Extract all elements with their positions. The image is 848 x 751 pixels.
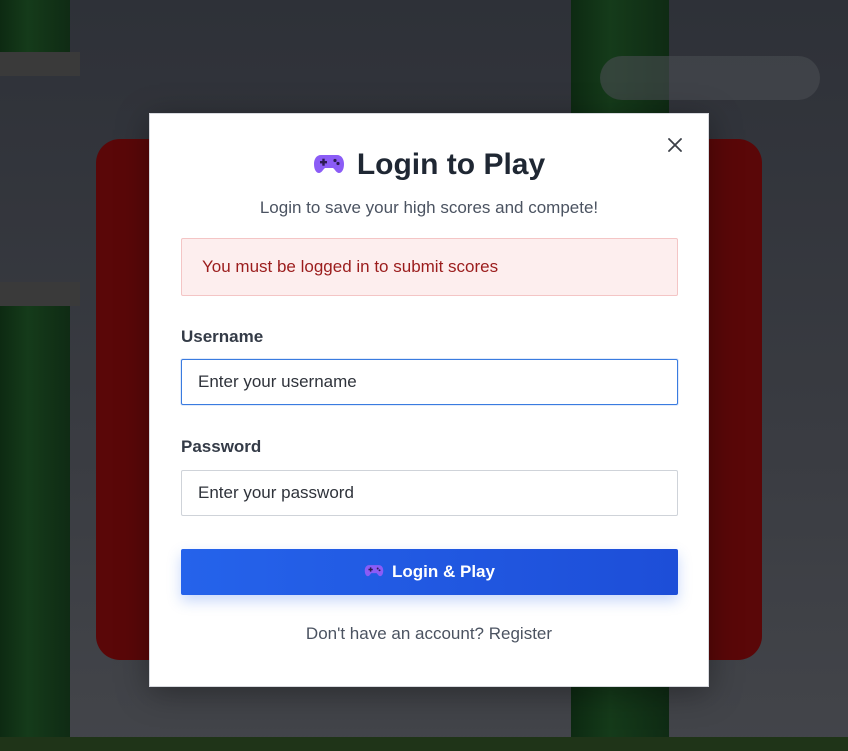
login-play-button[interactable]: Login & Play xyxy=(181,549,678,595)
username-input[interactable] xyxy=(181,359,678,405)
ground xyxy=(0,737,848,751)
game-controller-icon xyxy=(313,150,345,181)
register-link[interactable]: Register xyxy=(489,624,552,643)
pipe-top-left xyxy=(0,0,70,60)
game-controller-icon xyxy=(364,562,384,583)
password-label: Password xyxy=(181,437,262,456)
error-message: You must be logged in to submit scores xyxy=(202,257,499,276)
login-button-label: Login & Play xyxy=(392,562,495,581)
pipe-cap-bottom-left xyxy=(0,282,80,306)
username-label: Username xyxy=(181,327,264,346)
pipe-bottom-left xyxy=(0,306,70,751)
title-row: Login to Play xyxy=(150,148,708,182)
cloud xyxy=(600,56,820,100)
password-input[interactable] xyxy=(181,470,678,516)
modal-subtitle: Login to save your high scores and compe… xyxy=(259,198,599,217)
register-prompt: Don't have an account? Register xyxy=(150,624,708,644)
error-alert: You must be logged in to submit scores xyxy=(181,238,678,296)
modal-title: Login to Play xyxy=(356,148,546,181)
login-modal: Login to Play Login to save your high sc… xyxy=(149,113,709,687)
register-prompt-text: Don't have an account? xyxy=(305,624,485,643)
pipe-cap-top-left xyxy=(0,52,80,76)
